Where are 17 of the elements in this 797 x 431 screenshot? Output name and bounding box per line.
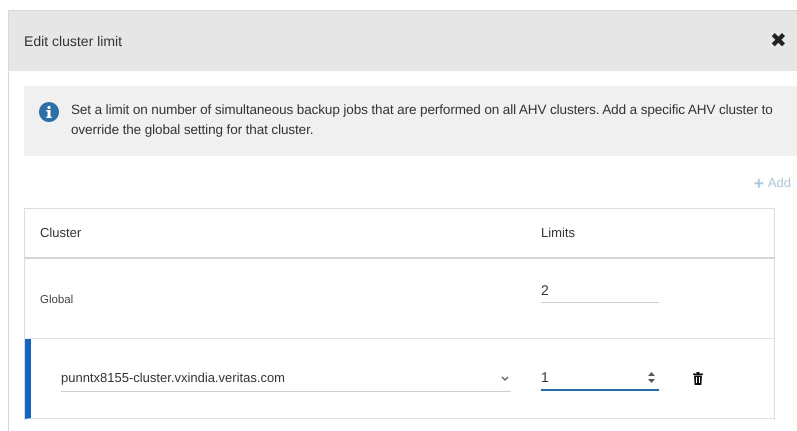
limit-input[interactable]: 1 (541, 366, 659, 390)
spinner-arrows-icon (648, 372, 655, 383)
column-header: Cluster (39, 224, 82, 242)
delete-button[interactable] (691, 370, 705, 387)
close-button[interactable]: ✖ (766, 31, 791, 51)
table-row[interactable]: Global 2 (25, 259, 774, 339)
info-message: Set a limit on number of simultaneous backup jobs that are performed on all AHV clusters. Add a specific AHV cluster to override the global setting for that cluster. (71, 101, 774, 139)
table-row[interactable]: punntx8155-cluster.vxindia.veritas.com 1 (25, 339, 774, 419)
info-icon (39, 102, 59, 122)
column-header: Limits (541, 224, 575, 242)
cluster-select[interactable]: punntx8155-cluster.vxindia.veritas.com (61, 366, 511, 392)
limit-input[interactable]: 2 (541, 278, 659, 302)
plus-icon: + (754, 174, 764, 192)
trash-icon (693, 372, 703, 385)
cluster-name: Global (40, 294, 74, 306)
dialog-title: Edit cluster limit (24, 32, 122, 50)
chevron-down-icon (501, 376, 509, 380)
